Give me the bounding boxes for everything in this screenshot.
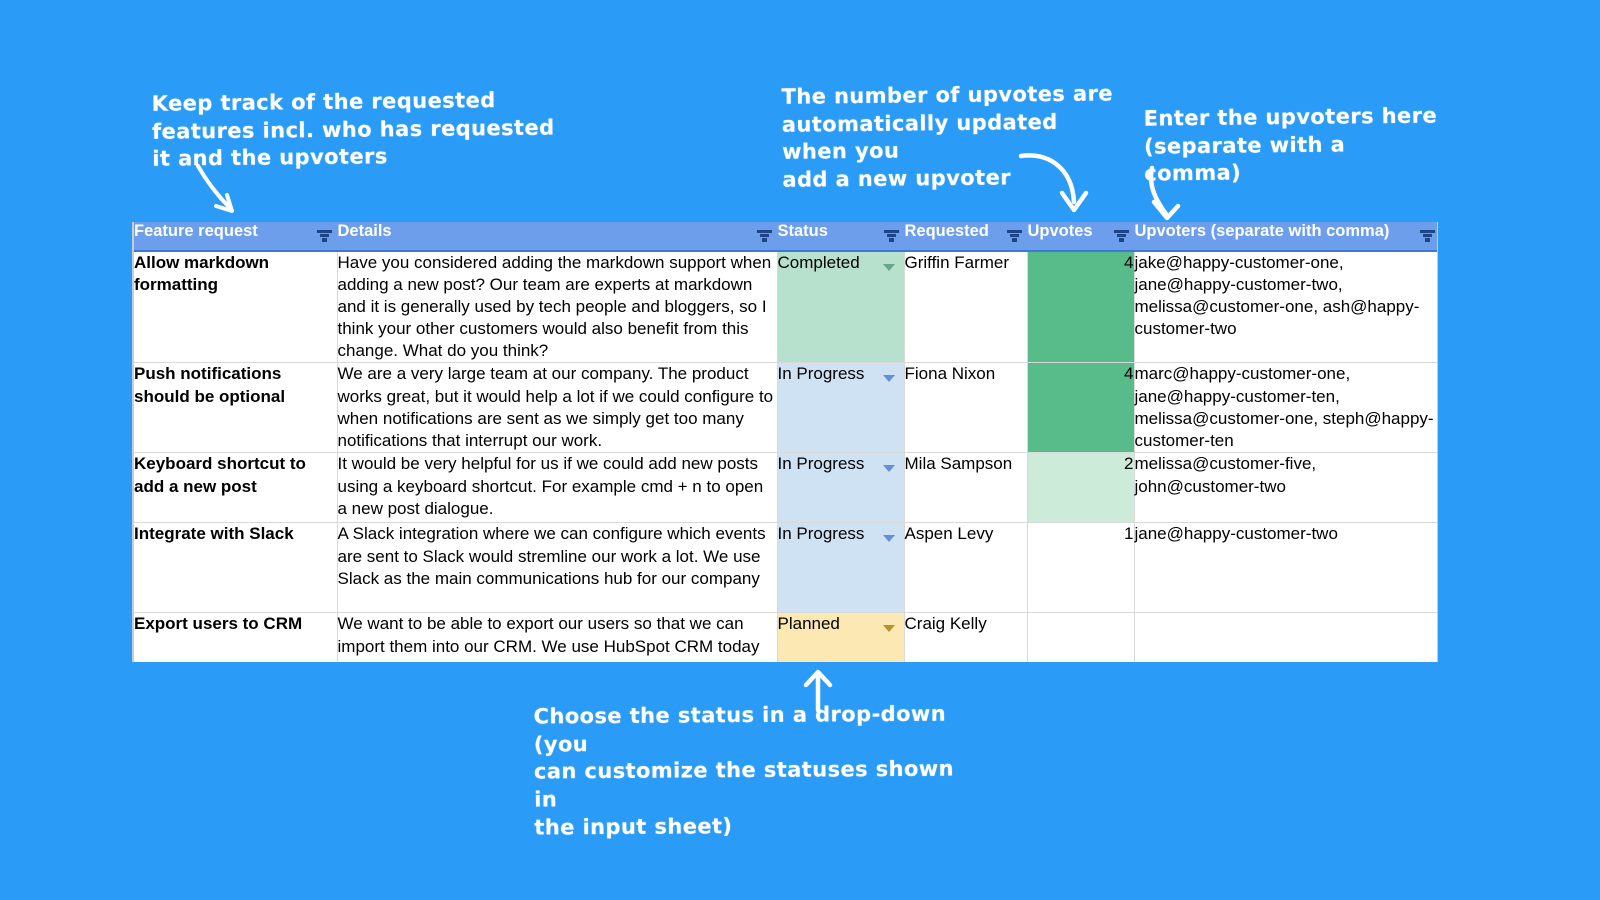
chevron-down-icon[interactable] bbox=[882, 375, 895, 383]
cell-upvotes[interactable]: 4 bbox=[1027, 362, 1135, 454]
column-header-upvotes[interactable]: Upvotes bbox=[1027, 222, 1135, 252]
cell-details[interactable]: Have you considered adding the markdown … bbox=[337, 251, 778, 364]
cell-feature-request[interactable]: Push notifications should be optional bbox=[134, 362, 338, 454]
status-value: In Progress bbox=[777, 524, 865, 544]
status-value: In Progress bbox=[777, 454, 865, 474]
cell-status[interactable]: In Progress bbox=[777, 522, 905, 614]
cell-status[interactable]: Completed bbox=[777, 251, 905, 364]
status-value: Planned bbox=[777, 614, 840, 634]
header-row: Feature request Details Status Requested bbox=[134, 222, 1437, 252]
table-body: Allow markdown formatting Have you consi… bbox=[134, 251, 1437, 662]
table-row[interactable]: Allow markdown formatting Have you consi… bbox=[134, 251, 1437, 364]
chevron-down-icon[interactable] bbox=[882, 625, 895, 633]
cell-status[interactable]: Planned bbox=[777, 612, 905, 662]
feature-request-table[interactable]: Feature request Details Status Requested bbox=[132, 222, 1438, 662]
column-header-feature-request[interactable]: Feature request bbox=[134, 222, 338, 252]
arrow-down-middle-icon bbox=[1018, 153, 1089, 213]
cell-upvoters[interactable]: marc@happy-customer-one, jane@happy-cust… bbox=[1134, 362, 1437, 454]
column-header-upvoters[interactable]: Upvoters (separate with comma) bbox=[1134, 222, 1437, 252]
chevron-down-icon[interactable] bbox=[882, 264, 895, 271]
arrow-down-right-icon bbox=[1148, 165, 1181, 221]
cell-details[interactable]: We want to be able to export our users s… bbox=[337, 612, 778, 662]
column-header-label: Details bbox=[337, 222, 392, 240]
filter-icon-status[interactable] bbox=[883, 230, 899, 242]
column-header-status[interactable]: Status bbox=[777, 222, 905, 252]
cell-requested[interactable]: Craig Kelly bbox=[904, 612, 1028, 662]
cell-requested[interactable]: Griffin Farmer bbox=[904, 251, 1028, 364]
cell-feature-request[interactable]: Integrate with Slack bbox=[134, 522, 338, 614]
arrow-down-left-icon bbox=[196, 164, 234, 213]
filter-icon-upvotes[interactable] bbox=[1113, 230, 1129, 242]
column-header-requested[interactable]: Requested bbox=[904, 222, 1028, 252]
cell-status[interactable]: In Progress bbox=[777, 362, 905, 454]
annotation-left: Keep track of the requested features inc… bbox=[151, 88, 555, 172]
cell-feature-request[interactable]: Allow markdown formatting bbox=[134, 251, 338, 364]
cell-status[interactable]: In Progress bbox=[777, 452, 905, 524]
column-header-label: Feature request bbox=[134, 222, 258, 240]
table-row[interactable]: Export users to CRM We want to be able t… bbox=[134, 612, 1437, 662]
column-header-label: Requested bbox=[904, 222, 989, 240]
cell-feature-request[interactable]: Export users to CRM bbox=[134, 612, 338, 662]
table-row[interactable]: Keyboard shortcut to add a new post It w… bbox=[134, 452, 1437, 524]
cell-upvotes[interactable]: 1 bbox=[1027, 522, 1135, 614]
cell-upvoters[interactable]: melissa@customer-five, john@customer-two bbox=[1134, 452, 1437, 524]
cell-upvoters[interactable]: jane@happy-customer-two bbox=[1134, 522, 1437, 614]
column-header-label: Status bbox=[777, 222, 828, 240]
cell-details[interactable]: We are a very large team at our company.… bbox=[337, 362, 778, 454]
status-value: In Progress bbox=[777, 364, 865, 384]
cell-requested[interactable]: Mila Sampson bbox=[904, 452, 1028, 524]
table-header: Feature request Details Status Requested bbox=[134, 222, 1437, 252]
status-value: Completed bbox=[777, 253, 860, 272]
chevron-down-icon[interactable] bbox=[882, 535, 895, 543]
cell-upvoters[interactable] bbox=[1134, 612, 1437, 662]
annotation-bottom: Choose the status in a drop-down (you ca… bbox=[533, 701, 954, 840]
cell-feature-request[interactable]: Keyboard shortcut to add a new post bbox=[134, 452, 338, 524]
table-row[interactable]: Push notifications should be optional We… bbox=[134, 362, 1437, 454]
column-header-details[interactable]: Details bbox=[337, 222, 778, 252]
screen: Keep track of the requested features inc… bbox=[0, 0, 1600, 900]
cell-requested[interactable]: Fiona Nixon bbox=[904, 362, 1028, 454]
filter-icon-upvoters[interactable] bbox=[1419, 230, 1435, 242]
table: Feature request Details Status Requested bbox=[134, 222, 1437, 662]
cell-upvoters[interactable]: jake@happy-customer-one, jane@happy-cust… bbox=[1134, 251, 1437, 364]
filter-icon-feature-request[interactable] bbox=[316, 230, 332, 242]
cell-details[interactable]: It would be very helpful for us if we co… bbox=[337, 452, 778, 524]
column-header-label: Upvoters (separate with comma) bbox=[1134, 222, 1390, 240]
cell-upvotes[interactable]: 2 bbox=[1027, 452, 1135, 524]
chevron-down-icon[interactable] bbox=[882, 465, 895, 473]
cell-upvotes[interactable] bbox=[1027, 612, 1135, 662]
filter-icon-requested[interactable] bbox=[1006, 230, 1022, 242]
filter-icon-details[interactable] bbox=[756, 230, 772, 242]
cell-details[interactable]: A Slack integration where we can configu… bbox=[337, 522, 778, 614]
cell-requested[interactable]: Aspen Levy bbox=[904, 522, 1028, 614]
column-header-label: Upvotes bbox=[1027, 222, 1093, 240]
table-row[interactable]: Integrate with Slack A Slack integration… bbox=[134, 522, 1437, 614]
cell-upvotes[interactable]: 4 bbox=[1027, 251, 1135, 364]
